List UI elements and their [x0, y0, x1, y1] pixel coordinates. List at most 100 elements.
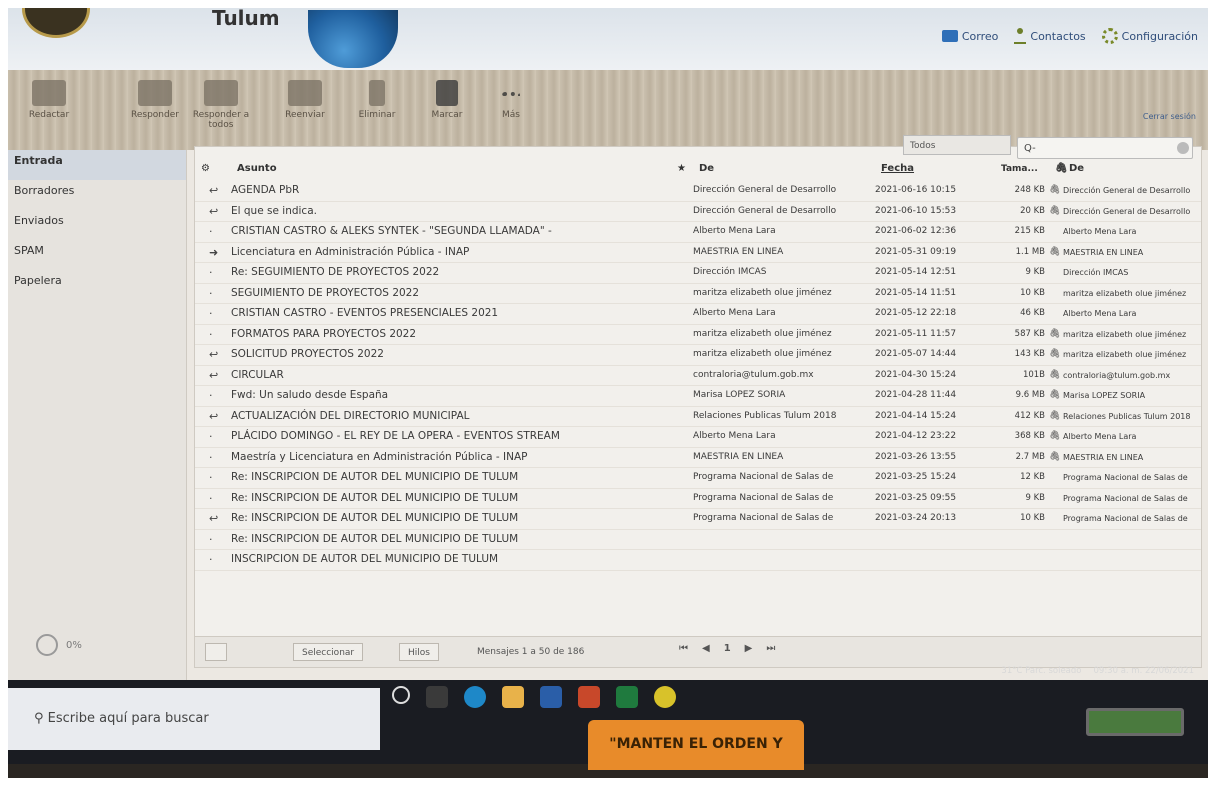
- powerpoint-icon[interactable]: [578, 686, 600, 708]
- star-icon[interactable]: [671, 468, 693, 488]
- table-row[interactable]: ↩ El que se indica. Dirección General de D…: [195, 202, 1201, 222]
- table-row[interactable]: · FORMATOS PARA PROYECTOS 2022 maritza eli…: [195, 325, 1201, 345]
- attachment-icon: [1049, 222, 1063, 242]
- word-icon[interactable]: [540, 686, 562, 708]
- folder-spam[interactable]: SPAM: [8, 240, 186, 270]
- folder-trash[interactable]: Papelera: [8, 270, 186, 300]
- star-icon[interactable]: [671, 509, 693, 529]
- trash-icon: [369, 80, 385, 106]
- first-page-icon[interactable]: ⏮: [679, 643, 688, 654]
- filter-select[interactable]: Todos: [903, 135, 1011, 155]
- search-input[interactable]: Q-: [1017, 137, 1193, 159]
- attachment-icon: 🖇: [1049, 246, 1061, 257]
- star-icon[interactable]: [671, 202, 693, 222]
- col-size[interactable]: Tama...: [995, 157, 1049, 181]
- threads-dropdown[interactable]: Hilos: [399, 643, 439, 661]
- col-subject[interactable]: Asunto: [231, 157, 671, 181]
- star-icon[interactable]: [671, 304, 693, 324]
- clock[interactable]: 09:30 a. m. 22/06/2021: [1094, 666, 1195, 676]
- compose-button[interactable]: Redactar: [14, 80, 84, 120]
- attachment-icon: [1049, 468, 1063, 488]
- col-from[interactable]: De: [693, 157, 875, 181]
- orange-sign: "MANTEN EL ORDEN Y: [588, 720, 804, 770]
- select-dropdown[interactable]: Seleccionar: [293, 643, 364, 661]
- attachment-icon: [1049, 509, 1063, 529]
- last-page-icon[interactable]: ⏭: [766, 643, 775, 654]
- reply-button[interactable]: Responder: [120, 80, 190, 120]
- taskbar-search-input[interactable]: ⚲ Escribe aquí para buscar: [8, 688, 380, 750]
- reply-all-button[interactable]: Responder a todos: [186, 80, 256, 130]
- table-row[interactable]: · SEGUIMIENTO DE PROYECTOS 2022 maritza el…: [195, 284, 1201, 304]
- chrome-icon[interactable]: [654, 686, 676, 708]
- table-row[interactable]: · Re: SEGUIMIENTO DE PROYECTOS 2022 Direcc…: [195, 263, 1201, 284]
- next-page-icon[interactable]: ▶: [745, 643, 753, 654]
- weather-widget[interactable]: 31°C Parc. soleado: [1001, 666, 1081, 676]
- star-icon[interactable]: [671, 325, 693, 345]
- star-icon[interactable]: [671, 489, 693, 509]
- windows-taskbar: ⚲ Escribe aquí para buscar 31°C Parc. so…: [8, 666, 1208, 770]
- star-icon[interactable]: [671, 550, 693, 570]
- table-row[interactable]: ➜ Licenciatura en Administración Pública …: [195, 243, 1201, 263]
- table-row[interactable]: ↩ CIRCULAR contraloria@tulum.gob.mx 2021-04…: [195, 366, 1201, 386]
- star-icon[interactable]: [671, 530, 693, 550]
- folder-inbox[interactable]: Entrada: [8, 150, 186, 180]
- table-row[interactable]: · Fwd: Un saludo desde España Marisa LOPEZ…: [195, 386, 1201, 407]
- edge-icon[interactable]: [464, 686, 486, 708]
- message-size: 20 KB: [1020, 205, 1045, 216]
- star-icon[interactable]: [671, 448, 693, 468]
- col-star-icon[interactable]: ★: [671, 157, 693, 181]
- prev-page-icon[interactable]: ◀: [702, 643, 710, 654]
- col-to[interactable]: De: [1063, 157, 1201, 181]
- star-icon[interactable]: [671, 407, 693, 427]
- message-subject: INSCRIPCION DE AUTOR DEL MUNICIPIO DE TU…: [231, 553, 499, 565]
- nav-mail[interactable]: Correo: [941, 28, 998, 44]
- mark-button[interactable]: Marcar: [412, 80, 482, 120]
- task-view-icon[interactable]: [426, 686, 448, 708]
- star-icon[interactable]: [671, 263, 693, 283]
- excel-icon[interactable]: [616, 686, 638, 708]
- list-menu-icon[interactable]: [205, 643, 227, 661]
- table-row[interactable]: · Re: INSCRIPCION DE AUTOR DEL MUNICIPIO …: [195, 468, 1201, 489]
- attachment-icon: [1049, 304, 1063, 324]
- folder-sidebar: Entrada Borradores Enviados SPAM Papeler…: [8, 150, 187, 680]
- star-icon[interactable]: [671, 222, 693, 242]
- table-row[interactable]: · INSCRIPCION DE AUTOR DEL MUNICIPIO DE T…: [195, 550, 1201, 571]
- replied-icon: ↩: [209, 368, 219, 382]
- message-size: 2.7 MB: [1015, 451, 1045, 462]
- nav-settings[interactable]: Configuración: [1101, 28, 1198, 44]
- col-date[interactable]: Fecha: [875, 157, 995, 181]
- table-row[interactable]: ↩ SOLICITUD PROYECTOS 2022 maritza elizabe…: [195, 345, 1201, 366]
- list-options-icon[interactable]: ⚙: [195, 157, 231, 181]
- message-to: Alberto Mena Lara: [1063, 309, 1137, 318]
- star-icon[interactable]: [671, 243, 693, 263]
- nav-contacts[interactable]: Contactos: [1014, 28, 1086, 44]
- delete-button[interactable]: Eliminar: [342, 80, 412, 120]
- col-attachment-icon[interactable]: 🖇: [1049, 157, 1068, 181]
- star-icon[interactable]: [671, 345, 693, 365]
- table-row[interactable]: · CRISTIAN CASTRO - EVENTOS PRESENCIALES …: [195, 304, 1201, 325]
- star-icon[interactable]: [671, 366, 693, 386]
- folder-sent[interactable]: Enviados: [8, 210, 186, 240]
- star-icon[interactable]: [671, 181, 693, 201]
- star-icon[interactable]: [671, 386, 693, 406]
- table-row[interactable]: · Maestría y Licenciatura en Administraci…: [195, 448, 1201, 468]
- forward-button[interactable]: Reenviar: [270, 80, 340, 120]
- clear-search-icon[interactable]: [1177, 142, 1189, 154]
- more-button[interactable]: Más: [476, 80, 546, 120]
- message-subject: Re: INSCRIPCION DE AUTOR DEL MUNICIPIO D…: [231, 491, 519, 504]
- table-row[interactable]: · PLÁCIDO DOMINGO - EL REY DE LA OPERA - …: [195, 427, 1201, 448]
- star-icon[interactable]: [671, 427, 693, 447]
- table-row[interactable]: · Re: INSCRIPCION DE AUTOR DEL MUNICIPIO …: [195, 530, 1201, 550]
- app-name: Tulum: [212, 8, 280, 30]
- star-icon[interactable]: [671, 284, 693, 304]
- table-row[interactable]: ↩ Re: INSCRIPCION DE AUTOR DEL MUNICIPIO …: [195, 509, 1201, 530]
- logout-link[interactable]: Cerrar sesión: [1143, 112, 1196, 121]
- message-to: Dirección General de Desarrollo: [1063, 186, 1191, 195]
- table-row[interactable]: · CRISTIAN CASTRO & ALEKS SYNTEK - "SEGUN…: [195, 222, 1201, 243]
- table-row[interactable]: · Re: INSCRIPCION DE AUTOR DEL MUNICIPIO …: [195, 489, 1201, 509]
- folder-drafts[interactable]: Borradores: [8, 180, 186, 210]
- table-row[interactable]: ↩ AGENDA PbR Dirección General de Desarrol…: [195, 181, 1201, 202]
- cortana-icon[interactable]: [392, 686, 410, 704]
- explorer-icon[interactable]: [502, 686, 524, 708]
- table-row[interactable]: ↩ ACTUALIZACIÓN DEL DIRECTORIO MUNICIPAL R…: [195, 407, 1201, 427]
